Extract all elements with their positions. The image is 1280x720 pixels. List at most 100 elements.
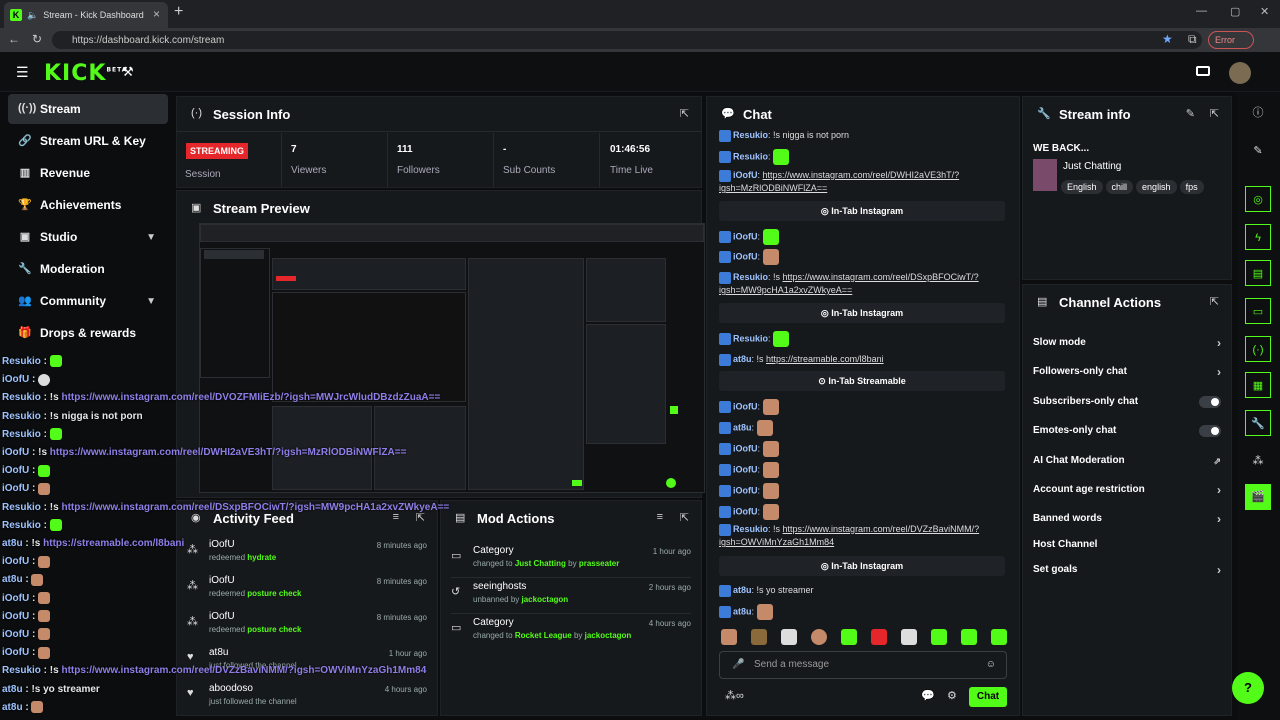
chat-username[interactable]: Resukio	[733, 333, 768, 343]
chat-username[interactable]: Resukio	[733, 524, 768, 534]
cast-icon[interactable]	[1196, 66, 1210, 76]
hamburger-menu-icon[interactable]: ☰	[16, 64, 29, 81]
chat-username[interactable]: iOofU	[733, 251, 758, 261]
sidebar-item-drops[interactable]: 🎁 Drops & rewards	[8, 318, 168, 348]
chat-username[interactable]: iOofU	[733, 231, 758, 241]
lightning-icon[interactable]: ϟ	[1245, 224, 1271, 250]
slow-mode-row[interactable]: Slow mode ›	[1033, 333, 1221, 353]
emote-icon[interactable]	[901, 629, 917, 645]
sidebar-item-studio[interactable]: ▣ Studio ▼	[8, 222, 168, 252]
set-goals-row[interactable]: Set goals ›	[1033, 560, 1221, 580]
chat-input[interactable]: 🎤 Send a message ☺	[719, 651, 1007, 679]
chat-username[interactable]: at8u	[733, 354, 752, 364]
mod-detail: changed to Rocket League by jackoctagon	[473, 631, 631, 640]
chat-username[interactable]: iOofU	[733, 401, 758, 411]
emote-icon[interactable]	[871, 629, 887, 645]
close-window-icon[interactable]: ✕	[1260, 5, 1269, 18]
broadcast-icon[interactable]: (·)	[1245, 336, 1271, 362]
chat-username[interactable]: at8u	[733, 606, 752, 616]
sidebar-item-achievements[interactable]: 🏆 Achievements	[8, 190, 168, 220]
filter-icon[interactable]: ≡	[657, 511, 663, 523]
chat-username[interactable]: iOofU	[733, 464, 758, 474]
emote-icon[interactable]	[781, 629, 797, 645]
row-label: Host Channel	[1033, 539, 1098, 550]
ai-moderation-row[interactable]: AI Chat Moderation ⇗	[1033, 451, 1221, 471]
chat-username[interactable]: Resukio	[733, 130, 768, 140]
microphone-icon[interactable]: 🎤	[732, 652, 744, 678]
gear-icon[interactable]: ⚙	[947, 689, 957, 702]
in-tab-streamable-button[interactable]: ⊙ In-Tab Streamable	[719, 371, 1005, 391]
send-chat-button[interactable]: Chat	[969, 687, 1007, 707]
subscribers-only-toggle[interactable]	[1199, 396, 1221, 408]
account-age-row[interactable]: Account age restriction ›	[1033, 480, 1221, 500]
avatar[interactable]	[1229, 62, 1251, 84]
emote-icon[interactable]	[721, 629, 737, 645]
emoji-icon[interactable]: ☺	[986, 652, 996, 678]
chat-username[interactable]: at8u	[733, 585, 752, 595]
emotes-only-toggle[interactable]	[1199, 425, 1221, 437]
overlay-chat-line: iOofU :	[2, 372, 51, 388]
in-tab-instagram-button[interactable]: ◎ In-Tab Instagram	[719, 556, 1005, 576]
chat-users-icon[interactable]: 💬	[921, 689, 935, 702]
overlay-link: https://www.instagram.com/reel/DVOZFMIiE…	[61, 392, 441, 404]
chat-link[interactable]: https://streamable.com/l8bani	[766, 354, 884, 364]
emote-icon	[762, 462, 779, 478]
hammer-icon[interactable]: ⚒	[122, 64, 134, 80]
speaker-icon[interactable]: 🔈	[27, 10, 38, 21]
popout-icon[interactable]: ⇱	[680, 107, 689, 120]
chat-username[interactable]: iOofU	[733, 170, 758, 180]
browser-tab[interactable]: K 🔈 Stream - Kick Dashboard ×	[4, 2, 168, 28]
sidebar-item-community[interactable]: 👥 Community ▼	[8, 286, 168, 316]
chat-username[interactable]: iOofU	[733, 443, 758, 453]
wrench-icon[interactable]: 🔧	[1245, 410, 1271, 436]
chat-username[interactable]: iOofU	[733, 485, 758, 495]
overlay-username: iOofU	[2, 556, 30, 568]
points-icon[interactable]: ⁂∞	[725, 689, 744, 702]
emote-icon[interactable]	[751, 629, 767, 645]
url-field[interactable]: https://dashboard.kick.com/stream	[52, 31, 1202, 49]
chat-username[interactable]: Resukio	[733, 151, 768, 161]
chat-username[interactable]: iOofU	[733, 506, 758, 516]
close-tab-icon[interactable]: ×	[153, 7, 160, 21]
clapperboard-icon[interactable]: 🎬	[1245, 484, 1271, 510]
new-tab-icon[interactable]: +	[174, 3, 183, 21]
extensions-icon[interactable]: ⧉	[1188, 32, 1197, 47]
followers-only-row[interactable]: Followers-only chat ›	[1033, 362, 1221, 382]
info-icon[interactable]: ⓘ	[1245, 100, 1271, 126]
help-icon[interactable]: ?	[1232, 672, 1264, 704]
favorite-star-icon[interactable]: ★	[1162, 32, 1173, 46]
edit-icon[interactable]: ✎	[1245, 138, 1271, 164]
minimize-icon[interactable]: —	[1196, 5, 1207, 17]
profile-error-button[interactable]: Error	[1208, 31, 1254, 49]
popout-icon[interactable]: ⇱	[1210, 295, 1219, 308]
chat-bubble-icon[interactable]: ▭	[1245, 298, 1271, 324]
emote-icon[interactable]	[931, 629, 947, 645]
chat-username[interactable]: Resukio	[733, 272, 768, 282]
popout-icon[interactable]: ⇱	[680, 511, 689, 524]
overlay-username: iOofU	[2, 592, 30, 604]
edit-icon[interactable]: ✎	[1186, 107, 1195, 120]
emote-icon[interactable]	[961, 629, 977, 645]
sidebar-item-revenue[interactable]: ▥ Revenue	[8, 158, 168, 188]
banned-words-row[interactable]: Banned words ›	[1033, 509, 1221, 529]
sidebar-item-moderation[interactable]: 🔧 Moderation	[8, 254, 168, 284]
popout-icon[interactable]: ⇱	[1210, 107, 1219, 120]
chat-username[interactable]: at8u	[733, 422, 752, 432]
back-icon[interactable]: ←	[8, 32, 20, 46]
emote-icon[interactable]	[841, 629, 857, 645]
document-icon[interactable]: ▤	[1245, 260, 1271, 286]
sidebar-item-stream-url[interactable]: 🔗 Stream URL & Key	[8, 126, 168, 156]
emote-icon	[31, 573, 44, 586]
maximize-icon[interactable]: ▢	[1230, 5, 1240, 18]
in-tab-instagram-button[interactable]: ◎ In-Tab Instagram	[719, 201, 1005, 221]
points-icon[interactable]: ⁂	[1245, 448, 1271, 474]
sidebar-item-stream[interactable]: ((·)) Stream	[8, 94, 168, 124]
in-tab-instagram-button[interactable]: ◎ In-Tab Instagram	[719, 303, 1005, 323]
emote-icon[interactable]	[991, 629, 1007, 645]
layout-icon[interactable]: ▦	[1245, 372, 1271, 398]
emote-icon[interactable]	[811, 629, 827, 645]
reload-icon[interactable]: ↻	[32, 32, 42, 46]
kick-logo[interactable]: KICKBETA	[44, 61, 127, 86]
host-channel-row[interactable]: Host Channel	[1033, 535, 1221, 555]
camera-icon[interactable]: ◎	[1245, 186, 1271, 212]
